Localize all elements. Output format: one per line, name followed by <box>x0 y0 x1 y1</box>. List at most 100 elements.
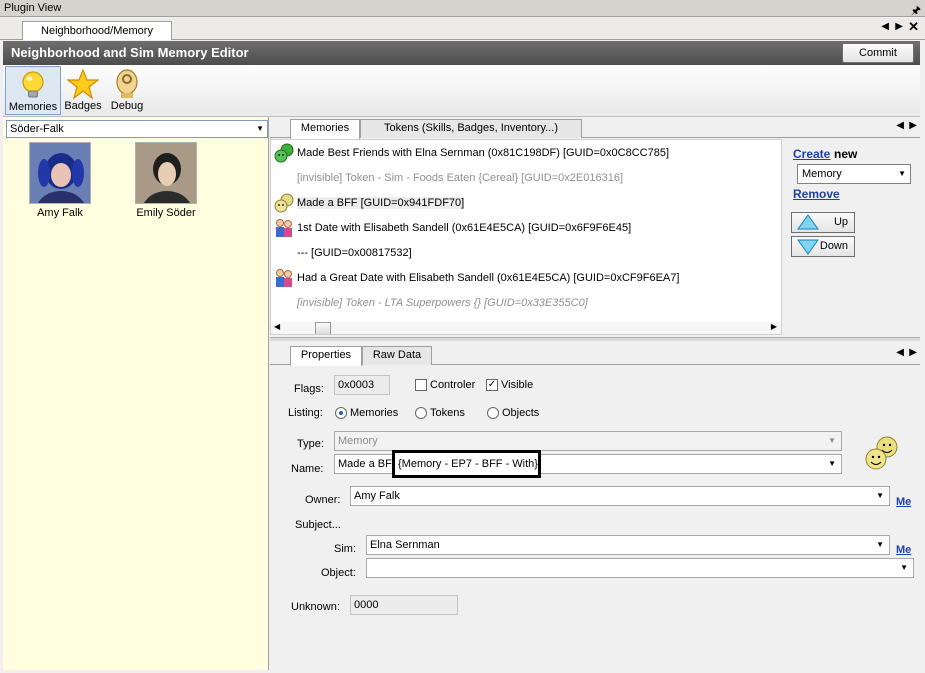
sim-card-emily[interactable]: Emily Söder <box>121 142 211 219</box>
unknown-label: Unknown: <box>291 601 340 613</box>
badges-toolbar-button[interactable]: Badges <box>63 66 103 115</box>
debug-toolbar-button[interactable]: Debug <box>107 66 147 115</box>
commit-button[interactable]: Commit <box>842 43 914 63</box>
owner-me-link[interactable]: Me <box>896 496 911 508</box>
plugin-view-bar: Plugin View 🖈 <box>0 0 925 17</box>
list-item[interactable]: [invisible] Token - Sim - Foods Eaten {C… <box>273 167 623 189</box>
sim-card-amy[interactable]: Amy Falk <box>15 142 105 219</box>
sim-name: Amy Falk <box>37 207 83 219</box>
list-item[interactable]: Had a Great Date with Elisabeth Sandell … <box>273 267 679 289</box>
list-item[interactable]: Made a BFF [GUID=0x941FDF70] <box>273 192 465 214</box>
memory-text: [invisible] Token - Sim - Foods Eaten {C… <box>297 172 623 185</box>
memory-list: Made Best Friends with Elna Sernman (0x8… <box>270 139 782 335</box>
plugin-view-title: Plugin View <box>4 2 62 14</box>
chevron-down-icon: ▼ <box>828 459 836 468</box>
tab-scroll-right-icon[interactable]: ▶ <box>895 21 903 32</box>
list-item[interactable]: [invisible] Token - LTA Superpowers {} [… <box>273 292 588 314</box>
properties-tab-strip: Properties Raw Data ◀ ▶ <box>270 344 920 366</box>
owner-value: Amy Falk <box>354 490 400 502</box>
listing-tokens-label: Tokens <box>430 407 465 420</box>
panel-splitter[interactable] <box>270 337 920 341</box>
sim-portrait-emily <box>136 143 196 203</box>
memories-toolbar-button[interactable]: Memories <box>5 66 61 115</box>
memory-text: [invisible] Token - LTA Superpowers {} [… <box>297 297 588 310</box>
owner-select[interactable]: Amy Falk ▼ <box>350 486 890 506</box>
memory-text: Had a Great Date with Elisabeth Sandell … <box>297 272 680 285</box>
debug-toolbar-label: Debug <box>110 100 144 112</box>
radio-unselected <box>487 407 499 420</box>
tab-scroll-left-icon[interactable]: ◀ <box>896 120 904 131</box>
badges-toolbar-label: Badges <box>64 100 102 112</box>
tab-scroll-left-icon[interactable]: ◀ <box>896 347 904 358</box>
scroll-right-icon[interactable]: ▶ <box>771 322 777 331</box>
remove-link[interactable]: Remove <box>793 187 840 201</box>
move-down-button[interactable]: Down <box>791 236 855 257</box>
tab-memories[interactable]: Memories <box>290 119 360 139</box>
listing-memories-radio[interactable]: Memories <box>335 407 399 420</box>
memory-text: 1st Date with Elisabeth Sandell (0x61E4E… <box>297 222 632 235</box>
memory-text: Made Best Friends with Elna Sernman (0x8… <box>297 147 670 160</box>
tab-scroll-right-icon[interactable]: ▶ <box>909 347 917 358</box>
owner-label: Owner: <box>305 494 341 506</box>
move-up-button[interactable]: Up <box>791 212 855 233</box>
unknown-field[interactable]: 0000 <box>350 595 458 615</box>
star-icon <box>67 68 99 100</box>
editor-title: Neighborhood and Sim Memory Editor <box>11 45 249 60</box>
create-type-select[interactable]: Memory ▼ <box>797 164 911 184</box>
family-select[interactable]: Söder-Falk ▼ <box>6 120 268 138</box>
tab-scroll-left-icon[interactable]: ◀ <box>881 21 889 32</box>
list-item[interactable]: 1st Date with Elisabeth Sandell (0x61E4E… <box>273 217 631 239</box>
scrollbar-thumb[interactable] <box>315 322 331 334</box>
avatar <box>29 142 91 204</box>
chevron-down-icon: ▼ <box>256 124 264 133</box>
flags-field[interactable]: 0x0003 <box>334 375 390 395</box>
list-item[interactable]: --- [GUID=0x00817532] <box>273 242 412 264</box>
sim-label: Sim: <box>334 543 356 555</box>
chevron-down-icon: ▼ <box>900 563 908 572</box>
type-label: Type: <box>297 438 324 450</box>
family-panel: Söder-Falk ▼ Amy Falk Emily Söder <box>3 117 269 670</box>
sim-value: Elna Sernman <box>370 539 440 551</box>
memory-text: Made a BFF [GUID=0x941FDF70] <box>297 197 465 210</box>
tab-neighborhood-memory[interactable]: Neighborhood/Memory <box>22 21 172 40</box>
move-down-label: Down <box>819 240 848 252</box>
create-link[interactable]: Create <box>793 147 830 161</box>
chevron-down-icon: ▼ <box>828 436 836 445</box>
radio-unselected <box>415 407 427 420</box>
lightbulb-icon <box>22 71 44 98</box>
head-gear-icon <box>116 69 138 98</box>
chevron-down-icon: ▼ <box>876 540 884 549</box>
name-value: Made a BFF <box>338 458 399 470</box>
close-icon[interactable]: ✕ <box>908 19 919 35</box>
object-select[interactable]: ▼ <box>366 558 914 578</box>
list-item[interactable]: Made Best Friends with Elna Sernman (0x8… <box>273 142 669 164</box>
visible-checkbox[interactable]: ✓ Visible <box>486 379 534 392</box>
create-type-value: Memory <box>802 168 842 180</box>
sim-name: Emily Söder <box>136 207 196 219</box>
subject-label: Subject... <box>295 519 341 531</box>
horizontal-scrollbar[interactable]: ◀ ▶ <box>271 322 781 334</box>
arrow-down-icon <box>797 239 819 255</box>
couple-icon <box>276 219 292 238</box>
listing-tokens-radio[interactable]: Tokens <box>415 407 465 420</box>
visible-label: Visible <box>501 379 534 392</box>
arrow-up-icon <box>797 214 819 230</box>
create-new-label: new <box>834 147 858 161</box>
chevron-down-icon: ▼ <box>876 491 884 500</box>
controler-checkbox[interactable]: Controler <box>415 379 475 392</box>
listing-memories-label: Memories <box>350 407 399 420</box>
editor-header: Neighborhood and Sim Memory Editor Commi… <box>3 41 920 65</box>
tab-scroll-right-icon[interactable]: ▶ <box>909 120 917 131</box>
tab-raw-data[interactable]: Raw Data <box>362 346 432 365</box>
listing-objects-radio[interactable]: Objects <box>487 407 539 420</box>
tab-tokens[interactable]: Tokens (Skills, Badges, Inventory...) <box>360 119 582 138</box>
smiley-pair-icon <box>274 193 294 213</box>
tab-properties[interactable]: Properties <box>290 346 362 366</box>
radio-selected <box>335 407 347 420</box>
sim-me-link[interactable]: Me <box>896 544 911 556</box>
object-label: Object: <box>321 567 356 579</box>
scroll-left-icon[interactable]: ◀ <box>274 322 280 331</box>
avatar <box>135 142 197 204</box>
sim-select[interactable]: Elna Sernman ▼ <box>366 535 890 555</box>
memory-tab-strip: Memories Tokens (Skills, Badges, Invento… <box>270 117 920 139</box>
